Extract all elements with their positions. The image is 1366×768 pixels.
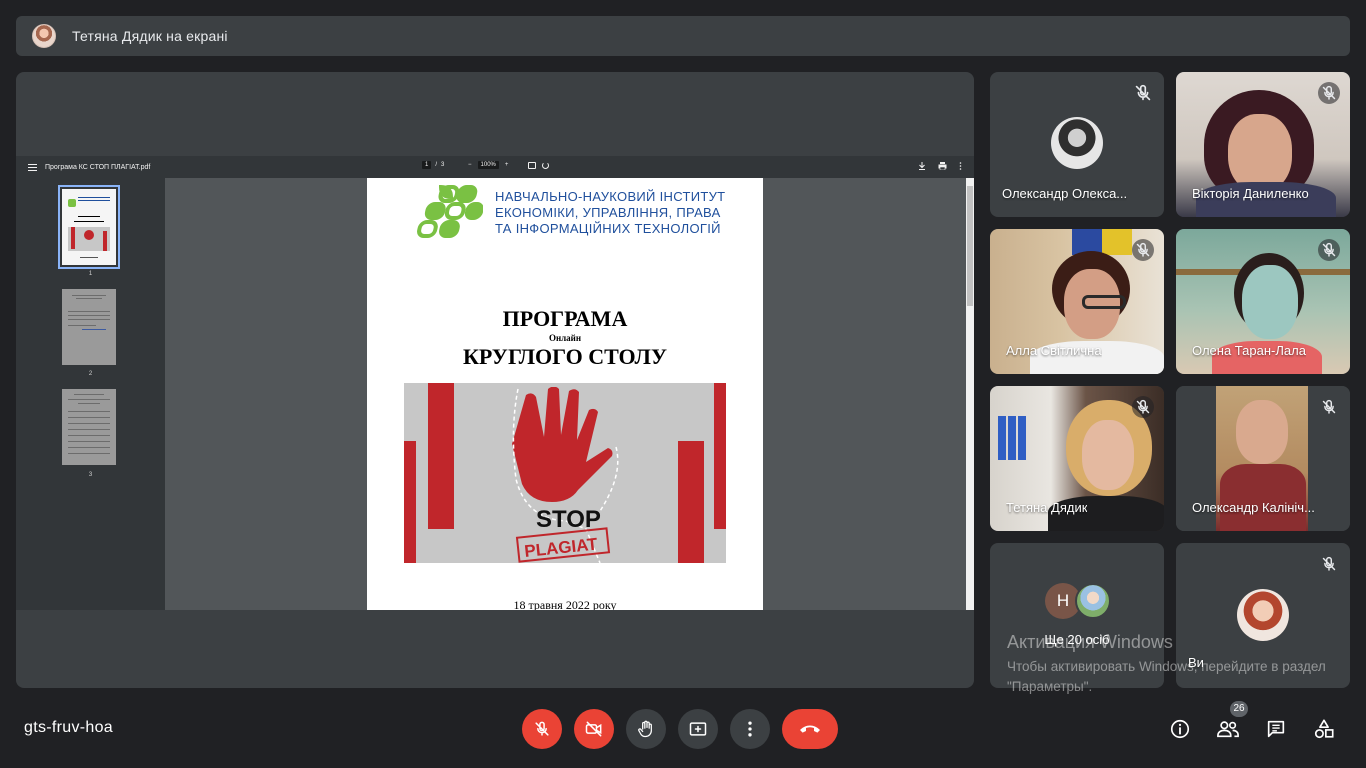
windows-activation-title: Активация Windows [1007, 632, 1173, 652]
poster-plagiat-text: PLAGIAT [523, 534, 599, 561]
page-thumbnail[interactable] [62, 289, 116, 365]
hand-icon: STOP PLAGIAT [512, 387, 619, 563]
pdf-file-name: Програма КС СТОП ПЛАГІАТ.pdf [45, 163, 151, 171]
leave-call-button[interactable] [782, 709, 838, 749]
chat-icon [1267, 720, 1285, 738]
poster-stop-text: STOP [536, 506, 601, 533]
participant-name: Тетяна Дядик [1006, 500, 1088, 515]
institute-line: НАВЧАЛЬНО-НАУКОВИЙ ІНСТИТУТ [495, 189, 726, 204]
shared-screen[interactable]: Програма КС СТОП ПЛАГІАТ.pdf 1 / 3 − 100… [16, 72, 974, 688]
microphone-toggle-button[interactable] [522, 709, 562, 749]
institute-line: ЕКОНОМІКИ, УПРАВЛІННЯ, ПРАВА [495, 205, 721, 220]
participant-tile[interactable]: Тетяна Дядик [990, 386, 1164, 531]
participant-avatar [1075, 583, 1111, 619]
activities-icon [1314, 719, 1334, 739]
participant-name: Вікторія Даниленко [1192, 186, 1309, 201]
participant-tile[interactable]: Алла Світлична [990, 229, 1164, 374]
participant-tile[interactable]: Олександр Калініч... [1176, 386, 1350, 531]
pdf-zoom-controls: − 100% + [468, 161, 550, 169]
participant-name: Олександр Калініч... [1192, 500, 1315, 515]
stop-plagiat-poster: STOP PLAGIAT [404, 383, 726, 563]
camera-off-icon [585, 721, 602, 737]
presentation-banner: Тетяна Дядик на екрані [16, 16, 1350, 56]
participant-name: Олександр Олекса... [1002, 186, 1128, 201]
pdf-viewer[interactable]: Програма КС СТОП ПЛАГІАТ.pdf 1 / 3 − 100… [16, 156, 974, 610]
control-bar: gts-fruv-hoa 26 [0, 700, 1366, 768]
pdf-canvas[interactable]: НАВЧАЛЬНО-НАУКОВИЙ ІНСТИТУТ ЕКОНОМІКИ, У… [165, 178, 965, 610]
mic-off-icon [535, 721, 549, 736]
activities-button[interactable] [1310, 715, 1338, 743]
windows-activation-subtitle: Чтобы активировать Windows, перейдите в … [1007, 659, 1326, 694]
pdf-actions [918, 162, 962, 170]
mic-off-icon [1322, 556, 1336, 571]
doc-subtitle: Онлайн [548, 333, 582, 343]
zoom-in-icon[interactable]: + [505, 162, 509, 168]
page-thumbnail[interactable] [62, 389, 116, 465]
pdf-page-input[interactable]: 1 [422, 161, 432, 169]
menu-icon[interactable] [28, 163, 37, 171]
people-count-badge: 26 [1230, 701, 1248, 717]
participant-tile[interactable]: Олена Таран-Лала [1176, 229, 1350, 374]
participant-name: Олена Таран-Лала [1192, 343, 1306, 358]
more-vert-icon[interactable] [959, 162, 962, 170]
mic-off-icon [1318, 82, 1340, 104]
info-icon [1170, 719, 1190, 739]
pdf-page-total: 3 [441, 162, 445, 168]
institute-line: ТА ІНФОРМАЦІЙНИХ ТЕХНОЛОГІЙ [495, 221, 721, 236]
more-options-button[interactable] [730, 709, 770, 749]
raise-hand-button[interactable] [626, 709, 666, 749]
thumb-label: 1 [88, 271, 93, 277]
hand-icon [638, 720, 652, 738]
pdf-scrollbar[interactable] [966, 178, 974, 610]
pdf-zoom-input[interactable]: 100% [477, 161, 499, 169]
present-icon [689, 722, 707, 736]
doc-title: ПРОГРАМА [502, 306, 628, 331]
self-avatar [1237, 589, 1289, 641]
thumb-poster [68, 227, 110, 251]
rotate-icon[interactable] [542, 161, 550, 169]
participant-name: Алла Світлична [1006, 343, 1102, 358]
hang-up-icon [800, 725, 820, 733]
people-button[interactable] [1214, 715, 1242, 743]
participant-avatar-stack: Н [1045, 583, 1115, 619]
pdf-page: НАВЧАЛЬНО-НАУКОВИЙ ІНСТИТУТ ЕКОНОМІКИ, У… [367, 178, 763, 610]
pdf-toolbar: Програма КС СТОП ПЛАГІАТ.pdf 1 / 3 − 100… [16, 156, 974, 178]
download-icon[interactable] [918, 162, 926, 170]
thumb-label: 2 [88, 371, 93, 377]
mic-off-icon [1318, 239, 1340, 261]
mic-off-icon [1132, 396, 1154, 418]
mic-off-icon [1135, 84, 1151, 101]
zoom-out-icon[interactable]: − [468, 162, 472, 168]
pdf-page-indicator: 1 / 3 [422, 161, 444, 169]
people-icon [1217, 721, 1239, 738]
print-icon[interactable] [938, 162, 947, 170]
present-screen-button[interactable] [678, 709, 718, 749]
chat-button[interactable] [1262, 715, 1290, 743]
institute-logo-icon [417, 184, 483, 238]
thumb-label: 3 [88, 472, 93, 478]
participant-tile[interactable]: Олександр Олекса... [990, 72, 1164, 217]
presenter-label: Тетяна Дядик на екрані [72, 28, 228, 44]
doc-date: 18 травня 2022 року [513, 598, 617, 610]
pdf-thumbnail-sidebar: 1 2 3 [16, 178, 165, 610]
page-thumbnail[interactable] [58, 185, 120, 269]
more-vert-icon [748, 721, 752, 737]
fit-page-icon[interactable] [528, 161, 537, 169]
camera-toggle-button[interactable] [574, 709, 614, 749]
doc-title-2: КРУГЛОГО СТОЛУ [462, 344, 668, 369]
mic-off-icon [1132, 239, 1154, 261]
thumb-logo-icon [68, 199, 76, 207]
presenter-avatar [32, 24, 56, 48]
meeting-code: gts-fruv-hoa [24, 719, 113, 736]
participant-tile[interactable]: Вікторія Даниленко [1176, 72, 1350, 217]
participant-avatar [1051, 117, 1103, 169]
meeting-details-button[interactable] [1166, 715, 1194, 743]
institute-name: НАВЧАЛЬНО-НАУКОВИЙ ІНСТИТУТ ЕКОНОМІКИ, У… [495, 189, 725, 237]
pdf-page-separator: / [435, 162, 438, 168]
mic-off-icon [1322, 399, 1336, 414]
